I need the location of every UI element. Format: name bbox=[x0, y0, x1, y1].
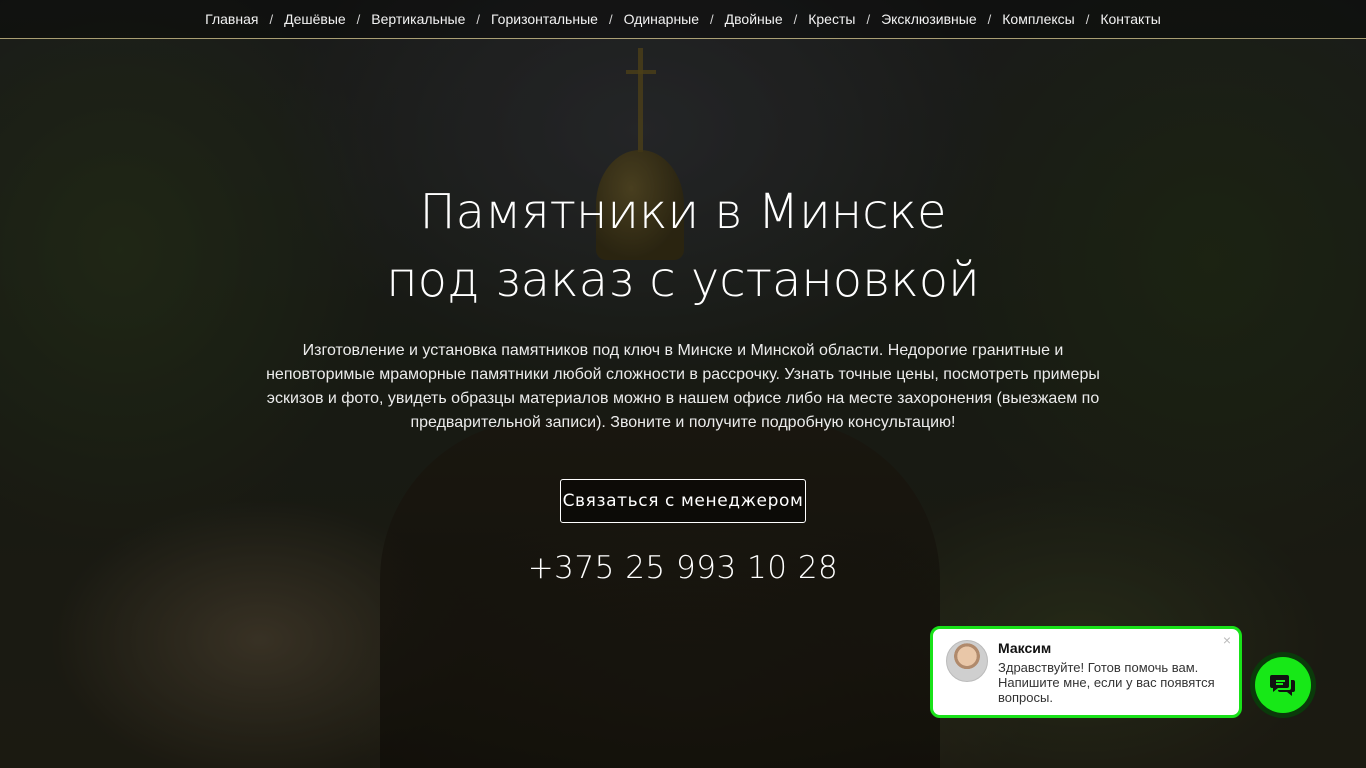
contact-manager-button[interactable]: Связаться с менеджером bbox=[560, 479, 806, 523]
chat-bubbles-icon bbox=[1270, 675, 1295, 696]
chat-message: Здравствуйте! Готов помочь вам. Напишите… bbox=[998, 660, 1215, 705]
chat-agent-name: Максим bbox=[998, 640, 1052, 656]
hero-description: Изготовление и установка памятников под … bbox=[266, 342, 1100, 431]
title-line-2: под заказ с установкой bbox=[386, 252, 980, 308]
chat-greeting-popup[interactable]: Максим Здравствуйте! Готов помочь вам. Н… bbox=[930, 626, 1242, 718]
title-line-1: Памятники в Минске bbox=[419, 184, 947, 240]
phone-number[interactable]: +375 25 993 10 28 bbox=[0, 550, 1366, 586]
page-title: Памятники в Минске под заказ с установко… bbox=[0, 178, 1366, 314]
chat-open-button[interactable] bbox=[1250, 652, 1316, 718]
chat-button-face bbox=[1255, 657, 1311, 713]
close-icon[interactable]: × bbox=[1223, 632, 1231, 648]
avatar bbox=[946, 640, 988, 682]
